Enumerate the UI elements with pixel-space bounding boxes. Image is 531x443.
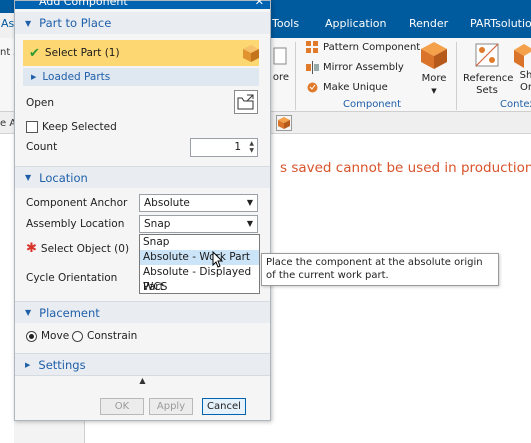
part-cube-icon <box>243 45 259 62</box>
open-folder-icon <box>237 94 254 110</box>
context-group-label: Contex <box>500 99 531 110</box>
dropdown-option-absolute-work-part[interactable]: Absolute - Work Part <box>140 250 259 265</box>
select-object-row[interactable]: ✱ Select Object (0) <box>26 241 129 256</box>
caret-up-icon: ▲ <box>139 376 146 385</box>
component-anchor-label: Component Anchor <box>26 197 128 209</box>
location-title: Location <box>39 170 88 185</box>
component-group-label: Component <box>343 99 402 110</box>
more-label: More <box>421 73 447 84</box>
placement-header[interactable]: ▼ Placement <box>15 301 270 323</box>
add-component-dialog: Add Component ✕ ▼ Part to Place ✔ Select… <box>14 0 271 421</box>
part-to-place-header[interactable]: ▼ Part to Place <box>15 12 270 34</box>
component-anchor-value: Absolute <box>144 197 190 209</box>
show-only-button[interactable]: Sh Or <box>514 40 531 94</box>
ribbon-separator <box>295 42 296 110</box>
more-chevron-down-icon: ▼ <box>431 87 437 95</box>
more-cube-icon <box>419 40 449 70</box>
caret-right-icon: ▶ <box>31 73 37 81</box>
dropdown-option-wcs[interactable]: WCS <box>140 280 259 295</box>
count-label: Count <box>26 141 58 153</box>
dropdown-option-snap[interactable]: Snap <box>140 235 259 250</box>
reference-sets-icon <box>472 40 502 70</box>
caret-down-icon: ▼ <box>25 173 32 182</box>
open-label: Open <box>26 97 55 109</box>
chevron-down-icon: ▼ <box>246 198 253 207</box>
toolbar-cube-button[interactable] <box>276 115 292 131</box>
mirror-assembly-icon <box>306 61 319 74</box>
ribbon-tab-partsolutions[interactable]: PARTsolutions <box>470 17 531 30</box>
dialog-title-bar[interactable]: Add Component ✕ <box>15 0 270 9</box>
select-part-row[interactable]: ✔ Select Part (1) <box>23 40 259 66</box>
count-stepper[interactable]: 1 ▲ ▼ <box>190 138 258 157</box>
apply-button[interactable]: Apply <box>149 398 193 415</box>
dropdown-option-tooltip: Place the component at the absolute orig… <box>261 253 499 286</box>
ribbon-separator-2 <box>456 42 457 110</box>
pattern-component-button[interactable]: Pattern Component <box>306 41 420 54</box>
partial-button-icon <box>272 42 288 72</box>
mirror-assembly-button[interactable]: Mirror Assembly <box>306 61 404 74</box>
partial-ribbon-button[interactable]: ore <box>272 42 290 84</box>
caret-right-icon: ▶ <box>25 360 31 369</box>
dropdown-option-absolute-displayed-part[interactable]: Absolute - Displayed Part <box>140 265 259 293</box>
mouse-cursor-icon <box>212 250 224 269</box>
ribbon-tab-application[interactable]: Application <box>325 17 386 30</box>
assembly-location-value: Snap <box>144 218 171 230</box>
partial-button-label: ore <box>272 72 290 83</box>
cycle-orientation-label: Cycle Orientation <box>26 272 118 284</box>
loaded-parts-row[interactable]: ▶ Loaded Parts <box>23 68 259 86</box>
move-radio[interactable] <box>26 331 37 342</box>
assembly-location-label: Assembly Location <box>26 218 125 230</box>
more-button[interactable]: More ▼ <box>417 40 451 97</box>
placement-title: Placement <box>39 305 100 320</box>
constrain-label: Constrain <box>87 330 138 342</box>
keep-selected-label: Keep Selected <box>42 121 117 133</box>
reference-sets-label: Reference Sets <box>463 73 514 96</box>
part-to-place-title: Part to Place <box>39 16 112 30</box>
assembly-location-select[interactable]: Snap ▼ <box>139 215 258 233</box>
close-icon[interactable]: ✕ <box>255 0 264 8</box>
show-only-icon <box>514 40 531 70</box>
chevron-down-icon: ▼ <box>246 219 253 228</box>
mirror-assembly-label: Mirror Assembly <box>323 62 404 73</box>
move-label: Move <box>41 330 70 342</box>
component-anchor-select[interactable]: Absolute ▼ <box>139 194 258 212</box>
select-object-label: Select Object (0) <box>40 242 130 255</box>
ribbon-tab-assemblies[interactable]: As <box>0 13 14 38</box>
production-warning-text: s saved cannot be used in production. <box>280 160 531 176</box>
cube-icon <box>278 117 290 129</box>
open-file-button[interactable] <box>234 90 258 114</box>
settings-title: Settings <box>38 357 86 372</box>
make-unique-button[interactable]: Make Unique <box>306 81 388 94</box>
make-unique-label: Make Unique <box>323 82 388 93</box>
settings-header[interactable]: ▶ Settings <box>15 353 270 375</box>
make-unique-icon <box>306 81 319 94</box>
pattern-component-icon <box>306 41 319 54</box>
cancel-button[interactable]: Cancel <box>202 398 246 415</box>
ribbon-tab-tools[interactable]: Tools <box>272 17 299 30</box>
reference-sets-button[interactable]: Reference Sets <box>463 40 514 97</box>
loaded-parts-label: Loaded Parts <box>42 71 111 83</box>
keep-selected-checkbox[interactable] <box>26 121 38 133</box>
constrain-radio[interactable] <box>72 331 83 342</box>
select-part-cube-button[interactable] <box>241 42 261 64</box>
select-part-label: Select Part (1) <box>44 47 120 59</box>
checkmark-icon: ✔ <box>29 45 40 61</box>
caret-down-icon: ▼ <box>25 308 32 317</box>
pattern-component-label: Pattern Component <box>323 42 421 53</box>
assembly-location-dropdown: Snap Absolute - Work Part Absolute - Dis… <box>139 234 260 294</box>
ribbon-tab-render[interactable]: Render <box>409 17 448 30</box>
collapse-dialog-handle[interactable]: ▲ <box>15 375 270 387</box>
location-header[interactable]: ▼ Location <box>15 166 270 188</box>
count-value: 1 <box>234 141 241 153</box>
navigator-pane <box>0 134 14 443</box>
caret-down-icon: ▼ <box>25 18 32 28</box>
ok-button[interactable]: OK <box>100 398 144 415</box>
spinner-arrows-icon[interactable]: ▲ ▼ <box>249 140 254 154</box>
show-only-label: Sh Or <box>519 70 531 93</box>
dialog-title: Add Component <box>39 0 128 8</box>
required-asterisk-icon: ✱ <box>26 241 37 256</box>
